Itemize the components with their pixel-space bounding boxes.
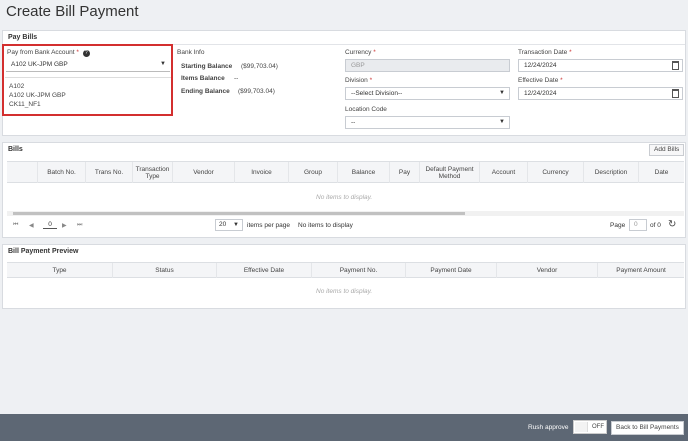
division-select[interactable]: --Select Division-- ▼: [345, 87, 510, 100]
bank-info-label: Bank Info: [177, 49, 205, 56]
col-header[interactable]: Account: [479, 162, 527, 183]
col-header[interactable]: Invoice: [234, 162, 288, 183]
page-label: Page: [610, 222, 626, 229]
preview-empty-message: No items to display.: [316, 288, 373, 295]
pager: ⏮ ◀ 0 ▶ ⏭ 20 ▼ items per page No items t…: [7, 218, 684, 234]
current-page[interactable]: 0: [43, 221, 57, 229]
prev-page-icon[interactable]: ◀: [29, 222, 34, 229]
bills-grid-header: Batch No. Trans No. Transaction Type Ven…: [7, 161, 684, 183]
items-balance-value: --: [234, 75, 239, 82]
page-size-value: 20: [219, 221, 227, 228]
calendar-icon[interactable]: [672, 61, 679, 70]
ending-balance-value: ($99,703.04): [238, 88, 275, 95]
col-header[interactable]: Group: [288, 162, 337, 183]
col-header[interactable]: Batch No.: [37, 162, 85, 183]
transaction-date-input[interactable]: 12/24/2024: [518, 59, 683, 72]
toggle-state: OFF: [592, 424, 604, 430]
required-mark: *: [373, 49, 376, 56]
transaction-date-value: 12/24/2024: [524, 62, 557, 69]
refresh-icon[interactable]: ↻: [668, 219, 676, 230]
transaction-date-label-text: Transaction Date: [518, 49, 568, 56]
items-per-page-label: items per page: [247, 222, 290, 229]
last-page-icon[interactable]: ⏭: [77, 222, 82, 229]
col-header[interactable]: Vendor: [172, 162, 234, 183]
required-mark: *: [560, 77, 563, 84]
col-header[interactable]: Trans No.: [85, 162, 132, 183]
highlight-box: [2, 44, 173, 116]
rush-approve-toggle[interactable]: OFF: [573, 420, 607, 434]
effective-date-input[interactable]: 12/24/2024: [518, 87, 683, 100]
currency-field: GBP: [345, 59, 510, 72]
calendar-icon[interactable]: [672, 89, 679, 98]
col-header[interactable]: Type: [7, 263, 112, 278]
col-header[interactable]: Vendor: [496, 263, 597, 278]
currency-label: Currency *: [345, 49, 376, 56]
page-size-select[interactable]: 20 ▼: [215, 219, 243, 231]
required-mark: *: [369, 77, 373, 84]
division-placeholder: --Select Division--: [351, 90, 403, 97]
footer-bar: Rush approve OFF Back to Bill Payments: [0, 414, 688, 441]
next-page-icon[interactable]: ▶: [62, 222, 67, 229]
col-header[interactable]: Date: [638, 162, 684, 183]
col-header[interactable]: Description: [583, 162, 638, 183]
col-header[interactable]: Balance: [337, 162, 389, 183]
bills-header: Bills: [8, 146, 23, 153]
items-balance-label: Items Balance: [181, 75, 225, 82]
transaction-date-label: Transaction Date *: [518, 49, 572, 56]
location-code-label: Location Code: [345, 106, 387, 113]
col-header[interactable]: Effective Date: [216, 263, 311, 278]
preview-header: Bill Payment Preview: [8, 248, 79, 255]
of-pages-label: of 0: [650, 222, 661, 229]
starting-balance-label: Starting Balance: [181, 63, 233, 70]
rush-approve-label: Rush approve: [528, 424, 569, 431]
chevron-down-icon: ▼: [233, 222, 239, 228]
ending-balance-label: Ending Balance: [181, 88, 230, 95]
add-bills-button[interactable]: Add Bills: [649, 144, 685, 156]
col-header[interactable]: Currency: [527, 162, 583, 183]
location-code-select[interactable]: -- ▼: [345, 116, 510, 129]
location-code-placeholder: --: [351, 119, 356, 126]
col-header[interactable]: Payment No.: [311, 263, 405, 278]
effective-date-label: Effective Date *: [518, 77, 563, 84]
back-to-bill-payments-button[interactable]: Back to Bill Payments: [611, 421, 684, 435]
scrollbar-thumb[interactable]: [13, 212, 465, 215]
col-header[interactable]: Default Payment Method: [419, 162, 479, 183]
page-input[interactable]: 0: [629, 219, 647, 231]
first-page-icon[interactable]: ⏮: [13, 222, 18, 229]
effective-date-label-text: Effective Date: [518, 77, 559, 84]
pager-status: No items to display: [298, 222, 353, 229]
starting-balance-value: ($99,703.04): [241, 63, 278, 70]
required-mark: *: [569, 49, 572, 56]
chevron-down-icon: ▼: [499, 90, 505, 96]
currency-label-text: Currency: [345, 49, 372, 56]
col-header[interactable]: Payment Date: [405, 263, 496, 278]
bills-empty-message: No items to display.: [316, 194, 373, 201]
col-header[interactable]: Status: [112, 263, 216, 278]
preview-grid-header: Type Status Effective Date Payment No. P…: [7, 262, 684, 278]
pay-bills-header: Pay Bills: [3, 31, 685, 45]
col-header[interactable]: Transaction Type: [132, 162, 172, 183]
col-header[interactable]: Pay: [389, 162, 419, 183]
division-label-text: Division: [345, 77, 368, 84]
horizontal-scrollbar[interactable]: [7, 211, 684, 216]
division-label: Division *: [345, 77, 372, 84]
effective-date-value: 12/24/2024: [524, 90, 557, 97]
page-title: Create Bill Payment: [6, 3, 139, 20]
col-header[interactable]: Payment Amount: [597, 263, 684, 278]
toggle-knob: [575, 422, 588, 432]
chevron-down-icon: ▼: [499, 119, 505, 125]
